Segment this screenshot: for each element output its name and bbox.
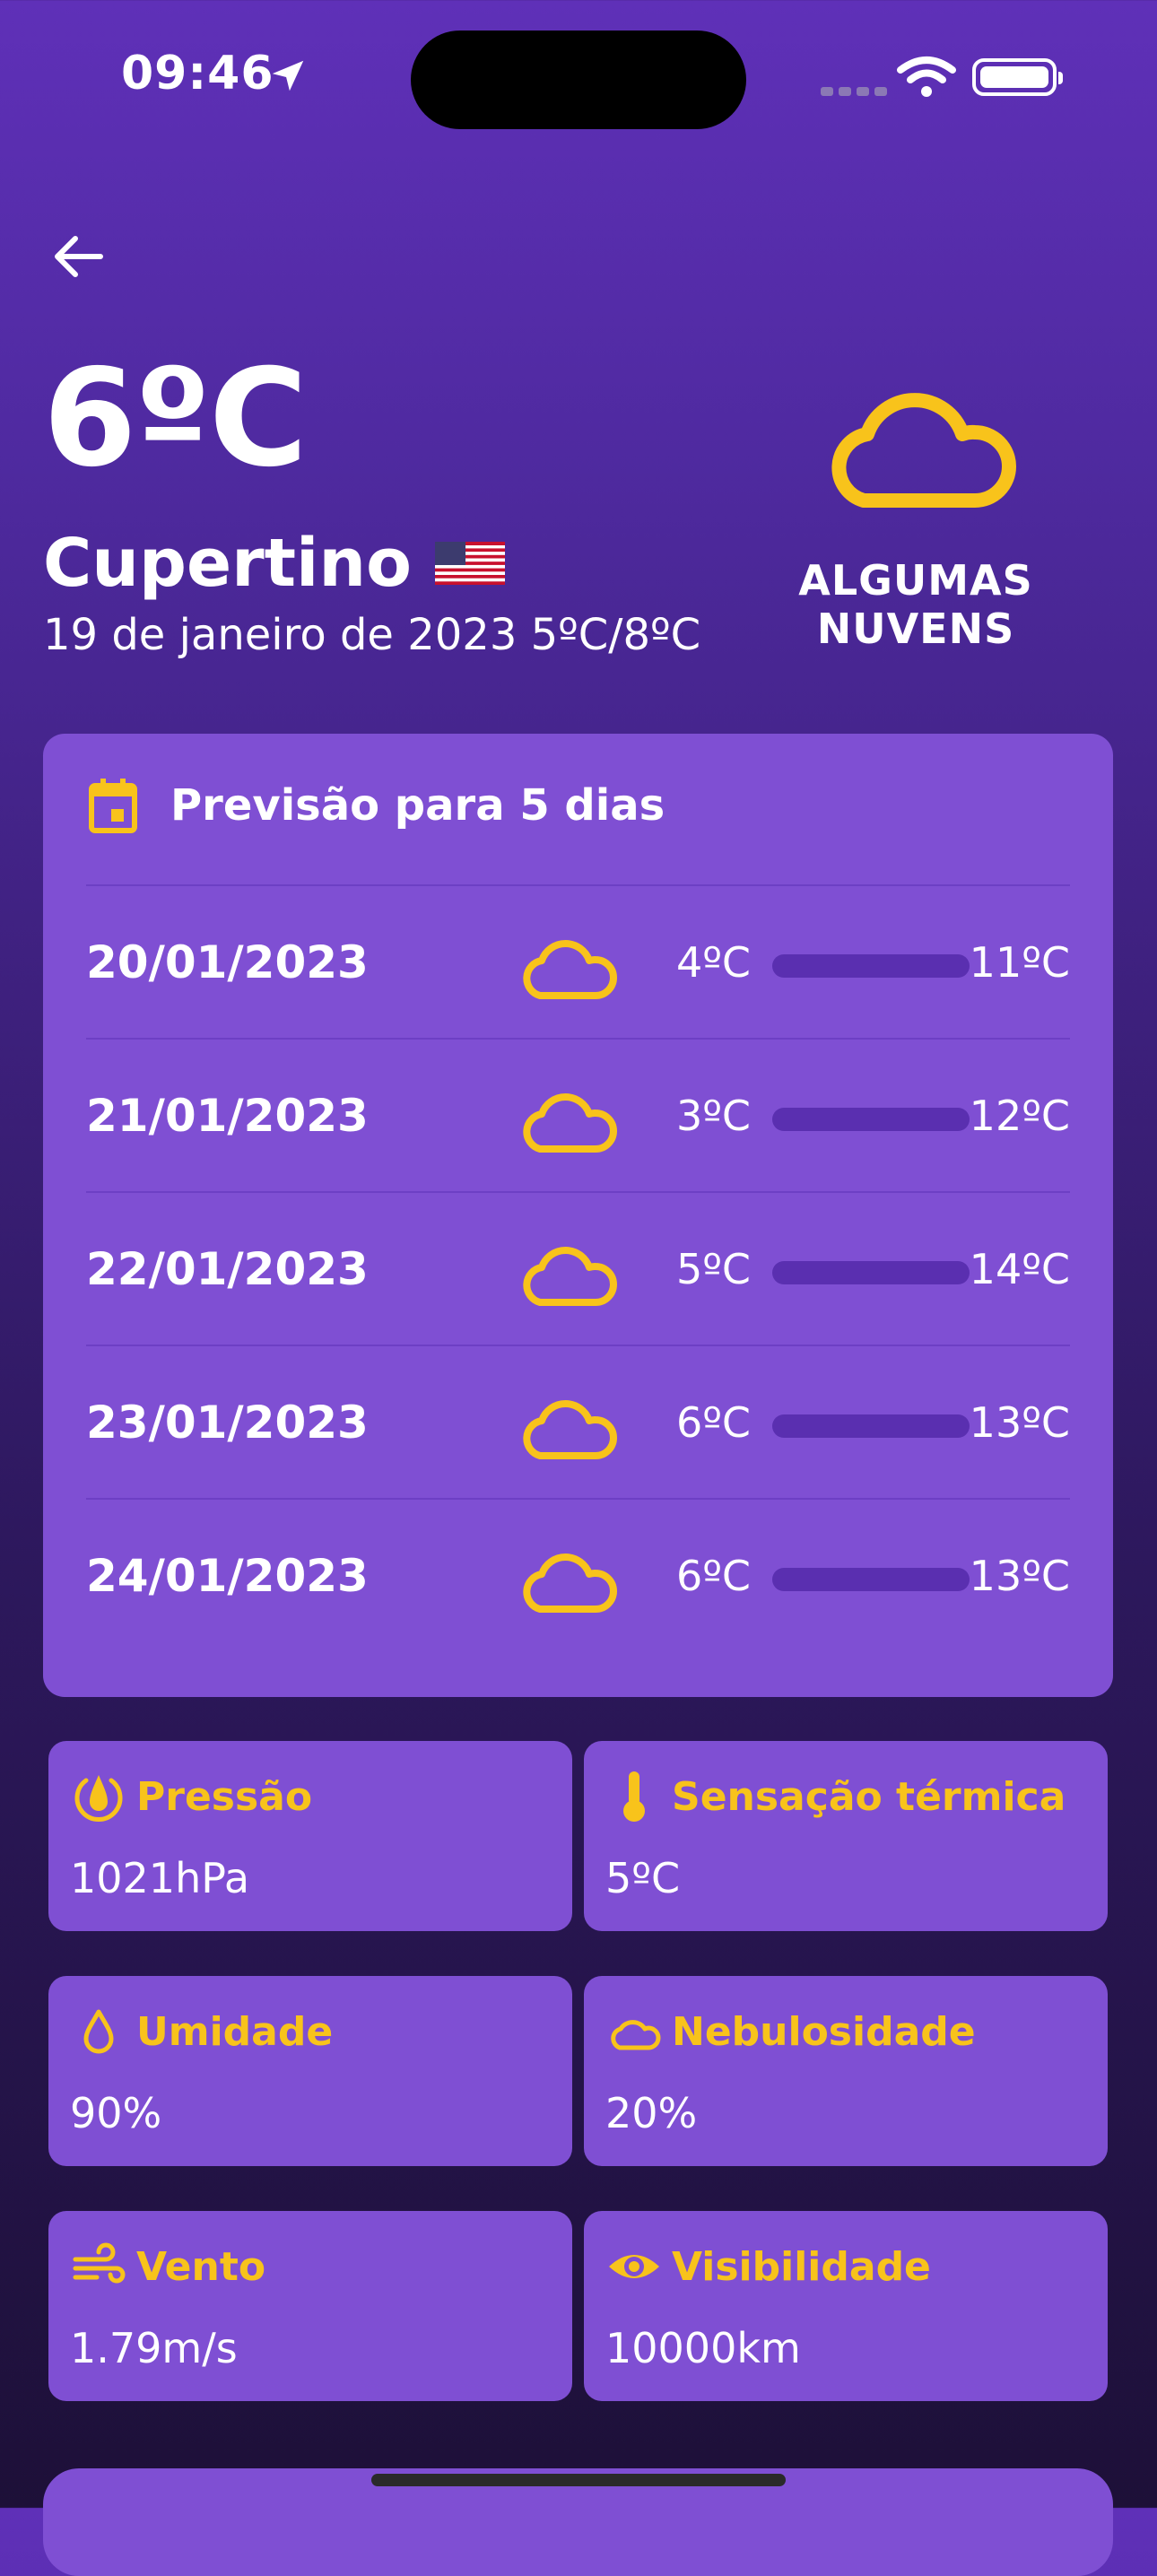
temperature-range-bar bbox=[772, 954, 970, 978]
detail-tile-wind: Vento 1.79m/s bbox=[48, 2211, 572, 2401]
tile-value: 5ºC bbox=[605, 1854, 681, 1902]
tile-header: Sensação térmica bbox=[605, 1768, 1066, 1825]
forecast-min-temp: 3ºC bbox=[675, 1092, 751, 1140]
forecast-row: 22/01/2023 5ºC 14ºC bbox=[86, 1191, 1070, 1346]
cloud-icon bbox=[523, 1400, 617, 1459]
tile-label: Nebulosidade bbox=[672, 2008, 976, 2055]
cloud-icon bbox=[523, 940, 617, 999]
forecast-min-temp: 6ºC bbox=[675, 1398, 751, 1447]
current-temperature: 6ºC bbox=[43, 341, 308, 497]
tile-label: Pressão bbox=[136, 1773, 313, 1820]
detail-tile-feels-like: Sensação térmica 5ºC bbox=[584, 1741, 1108, 1931]
forecast-max-temp: 13ºC bbox=[969, 1552, 1070, 1600]
forecast-min-temp: 6ºC bbox=[675, 1552, 751, 1600]
wifi-icon bbox=[897, 57, 956, 97]
tile-label: Visibilidade bbox=[672, 2243, 931, 2290]
tile-value: 1021hPa bbox=[70, 1854, 250, 1902]
forecast-title: Previsão para 5 dias bbox=[170, 780, 665, 831]
temperature-range-bar bbox=[772, 1414, 970, 1438]
tile-value: 1.79m/s bbox=[70, 2324, 238, 2372]
cellular-signal-icon bbox=[821, 83, 892, 100]
city-name: Cupertino bbox=[43, 525, 412, 602]
detail-tile-visibility: Visibilidade 10000km bbox=[584, 2211, 1108, 2401]
tile-value: 20% bbox=[605, 2089, 698, 2137]
city-row: Cupertino bbox=[43, 525, 505, 602]
forecast-max-temp: 12ºC bbox=[969, 1092, 1070, 1140]
cloud-icon bbox=[831, 393, 1016, 508]
calendar-icon bbox=[89, 779, 137, 833]
forecast-row: 21/01/2023 3ºC 12ºC bbox=[86, 1038, 1070, 1193]
tile-header: Pressão bbox=[70, 1768, 312, 1825]
date-min-max: 19 de janeiro de 2023 5ºC/8ºC bbox=[43, 610, 701, 660]
tile-value: 10000km bbox=[605, 2324, 801, 2372]
dynamic-island bbox=[411, 30, 746, 129]
battery-icon bbox=[972, 58, 1063, 96]
tile-header: Umidade bbox=[70, 2003, 333, 2060]
back-arrow-icon[interactable] bbox=[48, 231, 106, 282]
droplet-icon bbox=[83, 2009, 114, 2054]
forecast-date: 24/01/2023 bbox=[86, 1550, 369, 1602]
cloud-icon bbox=[611, 2020, 661, 2050]
cloud-icon bbox=[523, 1093, 617, 1153]
pressure-icon bbox=[74, 1775, 123, 1822]
forecast-max-temp: 14ºC bbox=[969, 1245, 1070, 1293]
forecast-max-temp: 11ºC bbox=[969, 938, 1070, 987]
tile-label: Umidade bbox=[136, 2008, 334, 2055]
forecast-row: 24/01/2023 6ºC 13ºC bbox=[86, 1498, 1070, 1653]
temperature-range-bar bbox=[772, 1261, 970, 1284]
tile-label: Sensação térmica bbox=[672, 1773, 1066, 1820]
tile-value: 90% bbox=[70, 2089, 162, 2137]
forecast-max-temp: 13ºC bbox=[969, 1398, 1070, 1447]
home-indicator[interactable] bbox=[371, 2474, 786, 2486]
cloud-icon bbox=[523, 1247, 617, 1306]
detail-tile-pressure: Pressão 1021hPa bbox=[48, 1741, 572, 1931]
forecast-date: 23/01/2023 bbox=[86, 1397, 369, 1449]
temperature-range-bar bbox=[772, 1568, 970, 1591]
wind-icon bbox=[73, 2242, 126, 2284]
tile-header: Visibilidade bbox=[605, 2238, 931, 2295]
thermometer-icon bbox=[623, 1771, 645, 1822]
forecast-row: 20/01/2023 4ºC 11ºC bbox=[86, 884, 1070, 1040]
forecast-row: 23/01/2023 6ºC 13ºC bbox=[86, 1345, 1070, 1500]
detail-tile-humidity: Umidade 90% bbox=[48, 1976, 572, 2166]
forecast-date: 20/01/2023 bbox=[86, 936, 369, 988]
forecast-header: Previsão para 5 dias bbox=[88, 777, 665, 834]
forecast-date: 21/01/2023 bbox=[86, 1090, 369, 1142]
us-flag-icon bbox=[434, 542, 505, 585]
eye-icon bbox=[609, 2255, 659, 2278]
forecast-min-temp: 4ºC bbox=[675, 938, 751, 987]
tile-header: Nebulosidade bbox=[605, 2003, 976, 2060]
status-time: 09:46 bbox=[121, 47, 274, 100]
cloud-icon bbox=[523, 1553, 617, 1613]
forecast-card: Previsão para 5 dias 20/01/2023 4ºC 11ºC… bbox=[43, 734, 1113, 1697]
detail-tile-cloudiness: Nebulosidade 20% bbox=[584, 1976, 1108, 2166]
location-arrow-icon bbox=[272, 60, 304, 91]
weather-condition: ALGUMAS NUVENS bbox=[798, 556, 1033, 653]
temperature-range-bar bbox=[772, 1108, 970, 1131]
forecast-min-temp: 5ºC bbox=[675, 1245, 751, 1293]
forecast-date: 22/01/2023 bbox=[86, 1243, 369, 1295]
tile-label: Vento bbox=[136, 2243, 266, 2290]
tile-header: Vento bbox=[70, 2238, 265, 2295]
